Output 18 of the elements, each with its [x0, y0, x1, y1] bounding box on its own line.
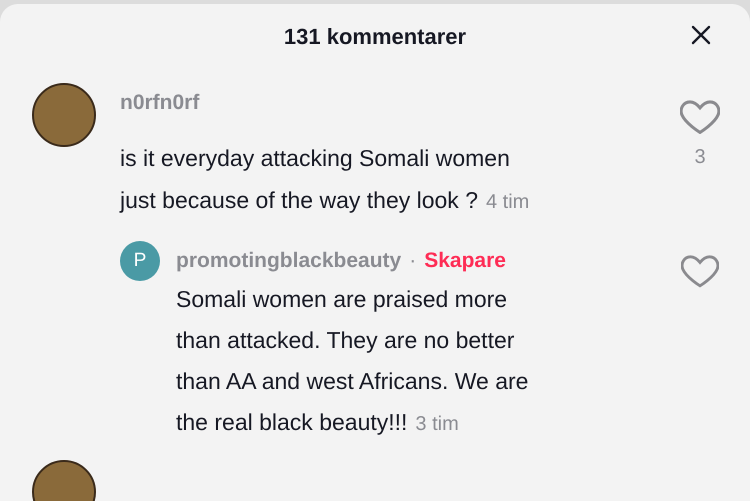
close-icon: [691, 25, 711, 45]
username[interactable]: promotingblackbeauty: [176, 247, 402, 275]
comment-text-line: the real black beauty!!!: [176, 408, 408, 437]
comment-text-line: is it everyday attacking Somali women: [120, 144, 510, 173]
timestamp: 4 tim: [486, 190, 530, 215]
avatar[interactable]: P: [120, 241, 160, 281]
timestamp: 3 tim: [415, 412, 459, 437]
comment-text-line: just because of the way they look ?: [120, 186, 478, 215]
creator-label: Skapare: [424, 248, 506, 274]
comments-count-title: 131 kommentarer: [284, 22, 466, 50]
heart-icon[interactable]: [680, 100, 720, 134]
separator-dot: ·: [409, 248, 416, 274]
comment-text-line: Somali women are praised more: [176, 285, 508, 314]
heart-icon[interactable]: [681, 255, 719, 288]
comment-text-line: than AA and west Africans. We are: [176, 367, 528, 396]
username[interactable]: n0rfn0rf: [120, 89, 200, 117]
like-count: 3: [694, 145, 706, 170]
comment-text-line: than attacked. They are no better: [176, 326, 514, 355]
